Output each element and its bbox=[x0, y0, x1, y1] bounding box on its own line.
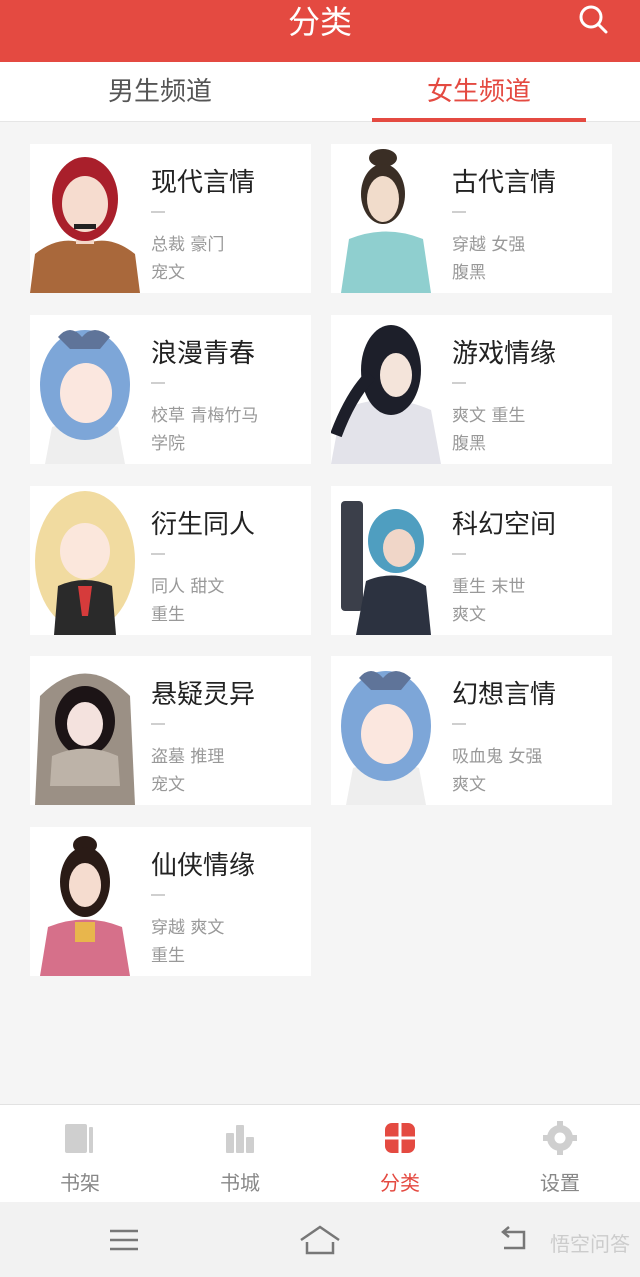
category-card[interactable]: 幻想言情 吸血鬼 女强 爽文 bbox=[331, 656, 612, 805]
category-tags: 学院 bbox=[151, 434, 185, 454]
page-title: 分类 bbox=[287, 3, 352, 41]
category-tags: 同人 甜文 bbox=[151, 577, 225, 597]
bookshelf-icon bbox=[65, 1124, 93, 1153]
system-navigation-bar: 悟空问答 bbox=[0, 1202, 640, 1277]
category-tags: 腹黑 bbox=[452, 434, 486, 454]
bookstore-icon bbox=[226, 1125, 254, 1153]
category-cover-image bbox=[331, 656, 441, 805]
menu-icon[interactable] bbox=[104, 1220, 144, 1260]
category-tags: 爽文 重生 bbox=[452, 406, 526, 426]
category-name: 衍生同人 bbox=[151, 510, 256, 540]
tab-female-channel[interactable]: 女生频道 bbox=[372, 62, 586, 122]
divider bbox=[452, 553, 466, 555]
nav-label: 分类 bbox=[380, 1171, 420, 1195]
category-tags: 穿越 爽文 bbox=[151, 918, 225, 938]
category-name: 幻想言情 bbox=[452, 680, 557, 710]
category-card[interactable]: 衍生同人 同人 甜文 重生 bbox=[30, 486, 311, 635]
divider bbox=[452, 382, 466, 384]
category-tags: 重生 bbox=[151, 946, 185, 966]
home-icon[interactable] bbox=[298, 1220, 342, 1260]
category-icon bbox=[385, 1123, 415, 1153]
category-cover-image bbox=[331, 144, 441, 293]
tab-male-channel[interactable]: 男生频道 bbox=[60, 62, 260, 122]
category-cover-image bbox=[30, 486, 140, 635]
category-tags: 爽文 bbox=[452, 775, 486, 795]
nav-settings[interactable]: 设置 bbox=[480, 1105, 640, 1203]
category-name: 游戏情缘 bbox=[452, 339, 557, 369]
category-cover-image bbox=[331, 315, 441, 464]
category-card[interactable]: 古代言情 穿越 女强 腹黑 bbox=[331, 144, 612, 293]
nav-label: 设置 bbox=[540, 1171, 580, 1195]
category-card[interactable]: 现代言情 总裁 豪门 宠文 bbox=[30, 144, 311, 293]
settings-icon bbox=[543, 1121, 577, 1155]
bottom-navigation: 书架 书城 分类 设置 bbox=[0, 1104, 640, 1202]
category-tags: 腹黑 bbox=[452, 263, 486, 283]
category-card[interactable]: 科幻空间 重生 末世 爽文 bbox=[331, 486, 612, 635]
category-card[interactable]: 仙侠情缘 穿越 爽文 重生 bbox=[30, 827, 311, 976]
category-cover-image bbox=[30, 656, 140, 805]
category-name: 仙侠情缘 bbox=[151, 851, 256, 881]
category-tags: 爽文 bbox=[452, 605, 486, 625]
divider bbox=[452, 723, 466, 725]
app-header: 分类 bbox=[0, 0, 640, 62]
category-cover-image bbox=[30, 827, 140, 976]
category-tags: 校草 青梅竹马 bbox=[151, 406, 259, 426]
category-tags: 盗墓 推理 bbox=[151, 747, 225, 767]
category-tags: 吸血鬼 女强 bbox=[452, 747, 543, 767]
nav-category[interactable]: 分类 bbox=[320, 1105, 480, 1203]
nav-label: 书架 bbox=[60, 1171, 100, 1195]
category-card[interactable]: 游戏情缘 爽文 重生 腹黑 bbox=[331, 315, 612, 464]
category-card[interactable]: 悬疑灵异 盗墓 推理 宠文 bbox=[30, 656, 311, 805]
category-tags: 重生 bbox=[151, 605, 185, 625]
category-tags: 总裁 豪门 bbox=[151, 235, 225, 255]
category-tags: 穿越 女强 bbox=[452, 235, 526, 255]
category-card[interactable]: 浪漫青春 校草 青梅竹马 学院 bbox=[30, 315, 311, 464]
divider bbox=[151, 382, 165, 384]
nav-bookstore[interactable]: 书城 bbox=[160, 1105, 320, 1203]
nav-label: 书城 bbox=[220, 1171, 260, 1195]
category-name: 科幻空间 bbox=[452, 510, 557, 540]
category-name: 现代言情 bbox=[151, 168, 256, 198]
category-name: 浪漫青春 bbox=[151, 339, 256, 369]
divider bbox=[452, 211, 466, 213]
divider bbox=[151, 553, 165, 555]
search-icon[interactable] bbox=[578, 4, 608, 34]
category-cover-image bbox=[331, 486, 441, 635]
divider bbox=[151, 723, 165, 725]
category-name: 古代言情 bbox=[452, 168, 557, 198]
nav-bookshelf[interactable]: 书架 bbox=[0, 1105, 160, 1203]
category-tags: 重生 末世 bbox=[452, 577, 526, 597]
category-cover-image bbox=[30, 315, 140, 464]
divider bbox=[151, 211, 165, 213]
category-tags: 宠文 bbox=[151, 775, 185, 795]
category-tags: 宠文 bbox=[151, 263, 185, 283]
back-icon[interactable] bbox=[494, 1220, 534, 1260]
divider bbox=[151, 894, 165, 896]
category-cover-image bbox=[30, 144, 140, 293]
category-name: 悬疑灵异 bbox=[151, 680, 256, 710]
channel-tabs: 男生频道 女生频道 bbox=[0, 62, 640, 122]
watermark: 悟空问答 bbox=[550, 1232, 630, 1256]
